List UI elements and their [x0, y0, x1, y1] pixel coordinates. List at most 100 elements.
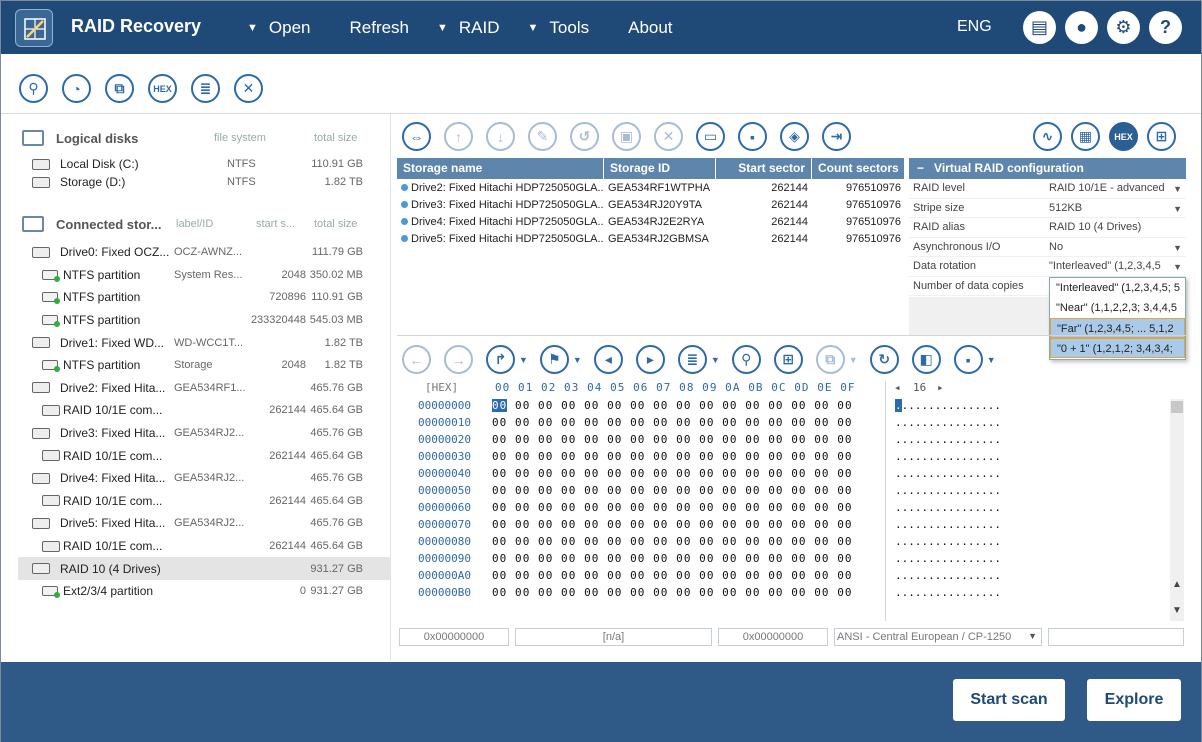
- logical-disk-row[interactable]: Local Disk (C:) NTFS 110.91 GB: [18, 155, 390, 173]
- dropdown-option[interactable]: "Near" (1,1,2,2,3; 3,4,4,5: [1050, 298, 1185, 318]
- open-image-icon[interactable]: ⧉: [105, 74, 134, 103]
- chart-icon[interactable]: ▦: [1071, 122, 1100, 151]
- encoding-select[interactable]: ANSI - Central European / CP-1250 ▼: [834, 628, 1042, 646]
- dropdown-option[interactable]: "Interleaved" (1,2,3,4,5; 5: [1050, 278, 1185, 298]
- storage-row[interactable]: Drive4: Fixed Hita... GEA534RJ2... 465.76 …: [18, 467, 390, 490]
- hex-mode-icon[interactable]: HEX: [1109, 122, 1138, 151]
- bookmark-icon[interactable]: ⚑: [539, 345, 569, 374]
- storage-table-row[interactable]: Drive3: Fixed Hitachi HDP725050GLA... GEA…: [397, 196, 905, 213]
- data-rotation-dropdown[interactable]: "Interleaved" (1,2,3,4,5; 5 "Near" (1,1,2…: [1049, 277, 1186, 360]
- back-icon[interactable]: ←: [402, 345, 431, 374]
- find-icon[interactable]: ⚲: [731, 345, 761, 374]
- hex-scrollbar[interactable]: ▲ ▼: [1170, 399, 1184, 621]
- storage-table-row[interactable]: Drive4: Fixed Hitachi HDP725050GLA... GEA…: [397, 213, 905, 230]
- save-icon[interactable]: ▪: [738, 122, 767, 151]
- language-selector[interactable]: ENG: [957, 18, 992, 36]
- menu-item-open[interactable]: ▼ Open: [247, 18, 338, 38]
- storage-table-col[interactable]: Count sectors: [812, 158, 905, 179]
- select-block-icon[interactable]: ⊞: [773, 345, 803, 374]
- undo-icon[interactable]: ↺: [570, 122, 599, 151]
- bookmark-dropdown-icon[interactable]: ▼: [573, 355, 582, 365]
- close-icon[interactable]: ✕: [234, 74, 263, 103]
- scrollbar-thumb[interactable]: [1171, 401, 1183, 413]
- save-data-icon[interactable]: ▪: [953, 345, 983, 374]
- config-value[interactable]: No ▼: [1045, 241, 1186, 253]
- refresh-icon[interactable]: ↻: [869, 345, 899, 374]
- hex-ascii[interactable]: ................: [895, 535, 1001, 548]
- logical-disk-row[interactable]: Storage (D:) NTFS 1.82 TB: [18, 173, 390, 191]
- menu-item-raid[interactable]: ▼ RAID: [437, 18, 528, 38]
- storage-table-col[interactable]: Storage name: [397, 158, 604, 179]
- account-icon[interactable]: ●: [1065, 11, 1098, 44]
- scroll-up-icon[interactable]: ▲: [1172, 579, 1182, 590]
- storage-row[interactable]: Drive5: Fixed Hita... GEA534RJ2... 465.76 …: [18, 512, 390, 535]
- width-increase-icon[interactable]: ▸: [937, 381, 944, 394]
- storage-row[interactable]: Ext2/3/4 partition 0 931.27 GB: [18, 580, 390, 603]
- collapse-toggle[interactable]: −: [917, 161, 924, 175]
- hex-ascii[interactable]: ................: [895, 433, 1001, 446]
- hex-view-icon[interactable]: HEX: [148, 74, 177, 103]
- view-list-icon[interactable]: ≣: [677, 345, 707, 374]
- goto-dropdown-icon[interactable]: ▼: [519, 355, 528, 365]
- news-icon[interactable]: ▤: [1023, 11, 1056, 44]
- config-row[interactable]: Asynchronous I/O No ▼: [909, 238, 1186, 257]
- hex-ascii[interactable]: ................: [895, 501, 1001, 514]
- scroll-down-icon[interactable]: ▼: [1172, 605, 1182, 616]
- copy-icon[interactable]: ⧉: [815, 345, 845, 374]
- hex-bytes[interactable]: 00 00 00 00 00 00 00 00 00 00 00 00 00 0…: [492, 399, 853, 412]
- hex-bytes[interactable]: 00 00 00 00 00 00 00 00 00 00 00 00 00 0…: [492, 433, 853, 446]
- storage-row[interactable]: NTFS partition 720896 110.91 GB: [18, 286, 390, 309]
- grid-view-icon[interactable]: ⊞: [1147, 122, 1176, 151]
- menu-item-refresh[interactable]: Refresh: [338, 18, 437, 38]
- storage-table-col[interactable]: Start sector: [716, 158, 812, 179]
- help-icon[interactable]: ?: [1149, 11, 1182, 44]
- ascii-cursor[interactable]: .: [895, 399, 902, 412]
- config-value[interactable]: 512KB ▼: [1045, 202, 1186, 214]
- storage-table-row[interactable]: Drive5: Fixed Hitachi HDP725050GLA... GEA…: [397, 230, 905, 247]
- storage-row[interactable]: NTFS partition 233320448 545.03 MB: [18, 309, 390, 332]
- scan-disk-icon[interactable]: ◔: [62, 74, 91, 103]
- add-storage-icon[interactable]: ⇔: [402, 122, 431, 151]
- hex-ascii[interactable]: ................: [895, 586, 1001, 599]
- forward-icon[interactable]: →: [444, 345, 473, 374]
- hex-bytes[interactable]: 00 00 00 00 00 00 00 00 00 00 00 00 00 0…: [492, 569, 853, 582]
- hex-bytes[interactable]: 00 00 00 00 00 00 00 00 00 00 00 00 00 0…: [492, 586, 853, 599]
- copy-dropdown-icon[interactable]: ▼: [849, 355, 858, 365]
- storage-table-col[interactable]: Storage ID: [604, 158, 716, 179]
- storage-row[interactable]: RAID 10/1E com... 262144 465.64 GB: [18, 444, 390, 467]
- edit-icon[interactable]: ✎: [528, 122, 557, 151]
- settings-gear-icon[interactable]: ⚙: [1107, 11, 1140, 44]
- storage-row[interactable]: Drive2: Fixed Hita... GEA534RF1... 465.76 …: [18, 377, 390, 400]
- hex-ascii[interactable]: ................: [895, 399, 1001, 412]
- storage-row[interactable]: NTFS partition System Res... 2048 350.02 MB: [18, 264, 390, 287]
- save-dropdown-icon[interactable]: ▼: [987, 355, 996, 365]
- start-scan-button[interactable]: Start scan: [953, 679, 1065, 721]
- view-dropdown-icon[interactable]: ▼: [711, 355, 720, 365]
- config-row[interactable]: Stripe size 512KB ▼: [909, 199, 1186, 218]
- config-value[interactable]: RAID 10/1E - advanced ▼: [1045, 182, 1186, 194]
- hex-ascii[interactable]: ................: [895, 552, 1001, 565]
- menu-item-tools[interactable]: ▼ Tools: [528, 18, 618, 38]
- hex-view[interactable]: 00000000 00 00 00 00 00 00 00 00 00 00 00…: [397, 399, 1167, 621]
- storage-row[interactable]: RAID 10 (4 Drives) 931.27 GB: [18, 557, 390, 580]
- next-bookmark-icon[interactable]: ▸: [635, 345, 665, 374]
- hex-bytes[interactable]: 00 00 00 00 00 00 00 00 00 00 00 00 00 0…: [492, 552, 853, 565]
- config-row[interactable]: RAID level RAID 10/1E - advanced ▼: [909, 179, 1186, 199]
- storage-row[interactable]: RAID 10/1E com... 262144 465.64 GB: [18, 399, 390, 422]
- move-up-icon[interactable]: ↑: [444, 122, 473, 151]
- prev-bookmark-icon[interactable]: ◂: [593, 345, 623, 374]
- storage-table-row[interactable]: Drive2: Fixed Hitachi HDP725050GLA... GEA…: [397, 179, 905, 196]
- hex-ascii[interactable]: ................: [895, 484, 1001, 497]
- hex-bytes[interactable]: 00 00 00 00 00 00 00 00 00 00 00 00 00 0…: [492, 501, 853, 514]
- list-icon[interactable]: ≣: [191, 74, 220, 103]
- hex-ascii[interactable]: ................: [895, 518, 1001, 531]
- remove-icon[interactable]: ✕: [654, 122, 683, 151]
- storage-row[interactable]: NTFS partition Storage 2048 1.82 TB: [18, 354, 390, 377]
- hex-bytes[interactable]: 00 00 00 00 00 00 00 00 00 00 00 00 00 0…: [492, 518, 853, 531]
- storage-row[interactable]: RAID 10/1E com... 262144 465.64 GB: [18, 490, 390, 513]
- hex-bytes[interactable]: 00 00 00 00 00 00 00 00 00 00 00 00 00 0…: [492, 416, 853, 429]
- hex-bytes[interactable]: 00 00 00 00 00 00 00 00 00 00 00 00 00 0…: [492, 535, 853, 548]
- explore-button[interactable]: Explore: [1087, 679, 1181, 721]
- placeholder-icon[interactable]: ▣: [612, 122, 641, 151]
- hex-ascii[interactable]: ................: [895, 450, 1001, 463]
